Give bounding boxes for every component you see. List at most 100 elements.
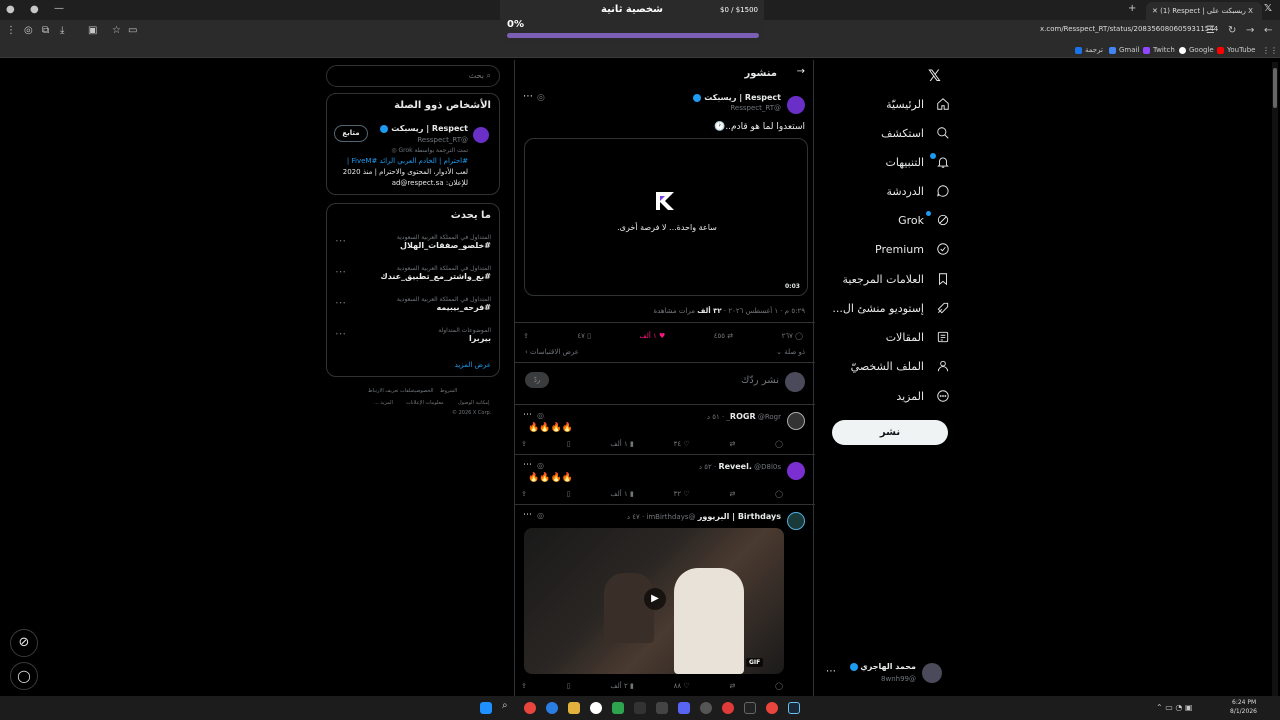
extension-icon[interactable]: ⧉	[42, 24, 49, 38]
footer-cookies[interactable]: ملفات تعريف الارتباط	[368, 388, 413, 394]
tray-icons[interactable]: ⌃ ▭ ◔ ▣	[1156, 701, 1192, 715]
bookmark-youtube[interactable]: YouTube	[1214, 44, 1255, 56]
start-icon[interactable]	[480, 702, 492, 714]
reply-avatar[interactable]	[787, 512, 805, 530]
related-avatar[interactable]	[473, 127, 489, 143]
nav-creator-studio[interactable]: إستوديو منشئ ال...	[832, 295, 950, 321]
bookmark-icon[interactable]: ▯	[567, 682, 571, 690]
reply-more-icon[interactable]: ⋯	[523, 510, 532, 520]
minimize-window-icon[interactable]: ●	[30, 3, 39, 17]
nav-profile[interactable]: الملف الشخصيّ	[851, 353, 950, 379]
play-icon[interactable]: ▶	[644, 588, 666, 610]
trend-more-icon[interactable]: ⋯	[335, 234, 346, 247]
share-icon[interactable]: ⇪	[521, 440, 527, 448]
download-icon[interactable]: ⤓	[60, 24, 64, 38]
nav-chat[interactable]: الدردشة	[886, 178, 950, 204]
related-bio-line1[interactable]: #احترام | الخادم العربي الرائد #FiveM |	[347, 157, 468, 165]
account-switcher[interactable]: محمد الهاجري @8wnh99 ⋯	[822, 660, 946, 688]
scrollbar-thumb[interactable]	[1273, 68, 1277, 108]
grok-float-icon[interactable]: ⊘	[10, 629, 38, 657]
reply-more-icon[interactable]: ⋯	[523, 410, 532, 420]
bookmark-icon[interactable]: ▯	[567, 440, 571, 448]
back-icon[interactable]: ←	[1264, 24, 1272, 38]
reply-icon[interactable]: ◯	[775, 490, 783, 498]
share-icon[interactable]: ⇪	[521, 682, 527, 690]
reply-avatar[interactable]	[787, 462, 805, 480]
app-icon[interactable]	[612, 702, 624, 714]
grok-icon[interactable]: ◎	[537, 93, 545, 103]
account-more-icon[interactable]: ⋯	[826, 666, 836, 677]
tab-close-icon[interactable]: ✕	[1152, 7, 1158, 15]
related-link[interactable]: ذو صلة ⌄	[776, 348, 805, 356]
steam-icon[interactable]	[788, 702, 800, 714]
bookmark-action[interactable]: ▯ ٤٧	[577, 332, 591, 340]
app-icon[interactable]	[634, 702, 646, 714]
bookmark-twitch[interactable]: Twitch	[1140, 44, 1175, 56]
follow-button[interactable]: متابع	[334, 125, 368, 142]
reply-icon[interactable]: ◯	[775, 682, 783, 690]
trend-item[interactable]: المتداول في المملكة العربية السعودية #بع…	[335, 265, 491, 281]
footer-privacy[interactable]: الخصوصية	[412, 388, 434, 394]
chat-float-icon[interactable]: ◯	[10, 662, 38, 690]
share-icon[interactable]: ⇪	[521, 490, 527, 498]
bookmark-gmail[interactable]: Gmail	[1106, 44, 1139, 56]
app-icon[interactable]	[766, 702, 778, 714]
like-action[interactable]: ♡ ٨٨	[674, 682, 690, 690]
clock-date[interactable]: 8/1/2026	[1230, 708, 1257, 715]
footer-more[interactable]: المزيد ...	[374, 400, 393, 406]
profile-icon[interactable]: ◎	[24, 24, 33, 38]
url-text[interactable]: x.com/Resspect_RT/status/208356080605931…	[1040, 25, 1218, 33]
scrollbar[interactable]	[1272, 62, 1278, 696]
apps-icon[interactable]: ⋮⋮	[1262, 44, 1278, 58]
window-control-icon[interactable]: —	[54, 2, 64, 16]
bookmark-translate[interactable]: ترجمة	[1072, 44, 1103, 56]
new-tab-icon[interactable]: +	[1128, 2, 1136, 16]
app-icon[interactable]	[700, 702, 712, 714]
grok-icon[interactable]: ◎	[537, 411, 544, 420]
bookmark-icon[interactable]: ▯	[567, 490, 571, 498]
trend-item[interactable]: الموضوعات المتداولة بيربرا	[335, 327, 491, 343]
bookmark-google[interactable]: Google	[1176, 44, 1214, 56]
repost-icon[interactable]: ⇄	[729, 440, 735, 448]
post-button[interactable]: نشر	[832, 420, 948, 445]
close-window-icon[interactable]: ●	[6, 3, 15, 17]
site-settings-icon[interactable]: ☰	[1206, 24, 1215, 38]
nav-notifications[interactable]: التنبيهات	[886, 149, 950, 175]
post-more-icon[interactable]: ⋯	[523, 91, 533, 102]
forward-icon[interactable]: →	[1246, 24, 1254, 38]
menu-dots-icon[interactable]: ⋮	[6, 24, 16, 38]
nav-articles[interactable]: المقالات	[886, 324, 950, 350]
repost-action[interactable]: ⇄ ٤٥٥	[714, 332, 733, 340]
nav-explore[interactable]: استكشف	[881, 120, 950, 146]
app-icon[interactable]	[722, 702, 734, 714]
views-action[interactable]: ▮ ١ ألف	[610, 440, 633, 448]
trend-more-icon[interactable]: ⋯	[335, 327, 346, 340]
edge-icon[interactable]	[546, 702, 558, 714]
grok-icon[interactable]: ◎	[537, 511, 544, 520]
nav-home[interactable]: الرئيسيّة	[886, 91, 950, 117]
reply-button[interactable]: ردّ	[525, 372, 549, 388]
cast-icon[interactable]: ▭	[128, 24, 137, 38]
related-name[interactable]: Respect | ريسبكت	[391, 124, 468, 133]
trend-item[interactable]: المتداول في المملكة العربية السعودية #خل…	[335, 234, 491, 250]
show-more-link[interactable]: عرض المزيد	[455, 361, 491, 369]
post-video[interactable]: ساعة واحدة... لا فرصة أخرى. 0:03	[524, 138, 808, 296]
repost-icon[interactable]: ⇄	[729, 682, 735, 690]
screenshot-icon[interactable]: ▣	[88, 24, 97, 38]
like-action[interactable]: ♥ ١ ألف	[639, 332, 665, 340]
post-avatar[interactable]	[787, 96, 805, 114]
reply-avatar[interactable]	[787, 412, 805, 430]
nav-grok[interactable]: Grok	[898, 207, 950, 233]
like-action[interactable]: ♡ ٣٤	[674, 440, 690, 448]
app-icon[interactable]	[744, 702, 756, 714]
reload-icon[interactable]: ↻	[1228, 24, 1236, 38]
repost-icon[interactable]: ⇄	[729, 490, 735, 498]
active-tab[interactable]: ✕ (1) Respect | ريسبكت على X	[1146, 2, 1262, 20]
star-icon[interactable]: ☆	[112, 24, 121, 38]
reply-gif[interactable]: ▶ GIF	[524, 528, 784, 674]
trend-more-icon[interactable]: ⋯	[335, 265, 346, 278]
app-icon[interactable]	[656, 702, 668, 714]
post-author-name[interactable]: Respect | ريسبكت	[704, 93, 781, 102]
search-input[interactable]: ⌕ بحث	[326, 65, 500, 87]
clock-time[interactable]: 6:24 PM	[1232, 699, 1256, 706]
